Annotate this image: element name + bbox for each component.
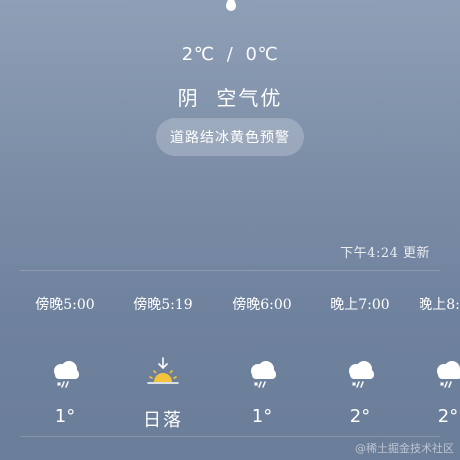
hourly-time: 晚上7:00 — [330, 297, 390, 313]
watermark: @稀土掘金技术社区 — [355, 442, 454, 455]
hourly-item[interactable]: 傍晚6:00 1° — [222, 294, 302, 427]
hourly-time: 傍晚5:19 — [133, 297, 193, 313]
hourly-time: 晚上8:00 — [420, 297, 460, 313]
high-temp: 2℃ — [181, 44, 215, 65]
snow-cloud-icon — [47, 356, 83, 392]
weather-condition: 阴 空气优 — [177, 86, 283, 110]
weather-alert-label: 道路结冰黄色预警 — [170, 130, 290, 146]
low-temp: 0℃ — [245, 44, 279, 65]
hourly-temp: 日落 — [143, 410, 183, 431]
drop-icon — [226, 0, 236, 11]
snow-cloud-icon — [244, 356, 280, 392]
divider — [20, 270, 440, 271]
hourly-time: 傍晚5:00 — [35, 297, 95, 313]
hourly-temp: 2° — [437, 406, 459, 427]
hourly-item[interactable]: 晚上7:00 2° — [320, 294, 400, 427]
divider — [20, 436, 440, 437]
hourly-item[interactable]: 傍晚5:00 1° — [25, 294, 105, 427]
sunset-icon — [145, 356, 181, 392]
temp-separator: / — [226, 44, 234, 65]
snow-cloud-icon — [342, 356, 378, 392]
updated-time: 下午4:24 更新 — [340, 246, 430, 261]
hourly-item[interactable]: 傍晚5:19 日落 — [123, 294, 203, 432]
hourly-time: 傍晚6:00 — [232, 297, 292, 313]
weather-alert-button[interactable]: 道路结冰黄色预警 — [156, 118, 304, 156]
temperature-range: 2℃ / 0℃ — [0, 44, 460, 65]
hourly-temp: 1° — [251, 406, 273, 427]
hourly-temp: 2° — [349, 406, 371, 427]
snow-cloud-icon — [430, 356, 460, 392]
hourly-temp: 1° — [54, 406, 76, 427]
hourly-item[interactable]: 晚上8:00 2° — [420, 294, 460, 427]
